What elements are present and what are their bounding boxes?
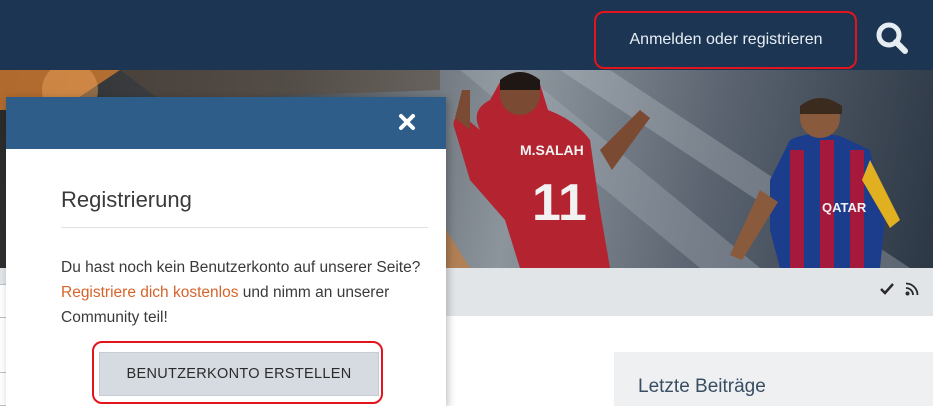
latest-posts-title: Letzte Beiträge <box>638 376 766 397</box>
left-jersey-name: M.SALAH <box>520 142 584 158</box>
overlay-header <box>6 97 446 149</box>
create-account-button[interactable]: BENUTZERKONTO ERSTELLEN <box>99 352 379 396</box>
search-icon <box>876 22 908 54</box>
register-free-link[interactable]: Registriere dich kostenlos <box>61 284 238 301</box>
right-jersey-sponsor: QATAR <box>822 200 867 215</box>
check-icon[interactable] <box>879 281 895 297</box>
close-icon <box>399 114 415 130</box>
login-overlay: Registrierung Du hast noch kein Benutzer… <box>6 97 446 406</box>
left-jersey-number: 11 <box>532 174 587 232</box>
login-or-register-link[interactable]: Anmelden oder registrieren <box>600 13 852 67</box>
toolbar-icons <box>879 281 919 297</box>
close-button[interactable] <box>396 111 418 133</box>
rss-icon[interactable] <box>905 282 919 296</box>
latest-posts-box: Letzte Beiträge <box>614 352 933 406</box>
registration-text: Du hast noch kein Benutzerkonto auf unse… <box>61 255 433 330</box>
search-button[interactable] <box>872 18 912 58</box>
divider <box>61 227 428 228</box>
registration-title: Registrierung <box>61 187 192 212</box>
registration-text-start: Du hast noch kein Benutzerkonto auf unse… <box>61 259 421 276</box>
